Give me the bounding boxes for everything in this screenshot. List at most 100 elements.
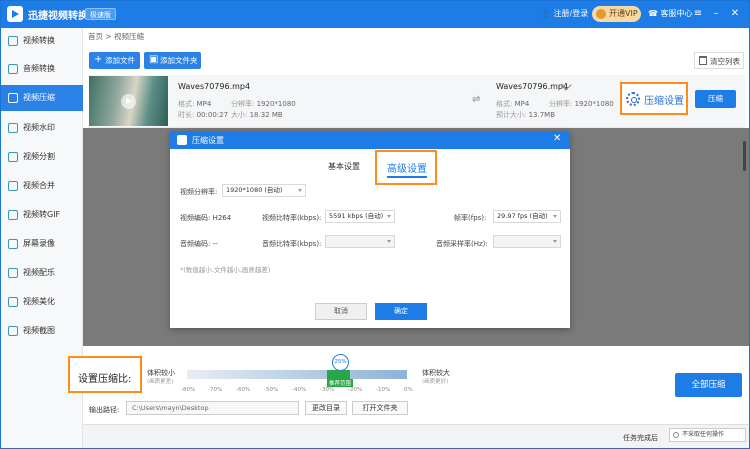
compress-button[interactable]: 压缩 — [695, 90, 736, 108]
sidebar-item-label: 视频美化 — [23, 297, 55, 306]
vip-label: 开通VIP — [609, 9, 638, 18]
slider-tick: -50% — [264, 387, 279, 393]
file-format: MP4 — [196, 100, 212, 108]
breadcrumb: 首页 > 视频压缩 — [88, 32, 145, 41]
larger-size-sublabel: (画质更好) — [422, 379, 449, 385]
clear-list-button[interactable]: 清空列表 — [694, 52, 744, 69]
sidebar-item-screenshot[interactable]: 视频截图 — [1, 318, 83, 344]
cancel-button[interactable]: 取消 — [315, 303, 367, 320]
compress-settings-button[interactable]: 压缩设置 — [620, 82, 688, 115]
sidebar-item-label: 视频转换 — [23, 36, 55, 45]
output-path-input[interactable]: C:\Users\mayn\Desktop — [126, 401, 299, 415]
output-file-name: Waves70796.mp4 — [496, 82, 569, 91]
sidebar-item-label: 视频合并 — [23, 181, 55, 190]
gear-icon — [626, 92, 640, 106]
output-resolution-meta: 分辨率: 1920*1080 — [549, 100, 614, 108]
tab-advanced-settings[interactable]: 高级设置 — [375, 150, 437, 185]
compression-slider-knob[interactable]: 25% — [332, 354, 349, 371]
chevron-down-icon — [387, 215, 391, 218]
output-resolution: 1920*1080 — [574, 100, 614, 108]
video-thumbnail[interactable] — [89, 76, 168, 126]
video-bitrate-select[interactable]: 5591 kbps (自动) — [325, 210, 395, 223]
audio-samplerate-label: 音频采样率(Hz): — [436, 240, 488, 248]
sidebar-item-audio-convert[interactable]: 音频转换 — [1, 56, 83, 82]
file-resolution: 1920*1080 — [256, 100, 296, 108]
compress-settings-dialog: 压缩设置 ✕ 基本设置 高级设置 视频分辨率: 1920*1080 (自动) 视… — [170, 131, 570, 328]
slider-tick: 0% — [404, 387, 413, 393]
slider-tick: -60% — [236, 387, 251, 393]
slider-tick: -40% — [292, 387, 307, 393]
merge-icon — [8, 181, 18, 191]
recommended-range — [327, 370, 350, 379]
service-link[interactable]: ☎ 客服中心 — [648, 8, 693, 19]
sidebar-item-label: 视频配乐 — [23, 268, 55, 277]
estimate-size: 13.7MB — [528, 111, 556, 119]
vip-button[interactable]: 开通VIP — [592, 6, 641, 22]
sidebar-item-video-convert[interactable]: 视频转换 — [1, 28, 83, 54]
play-icon[interactable] — [121, 94, 136, 109]
estimate-size-meta: 预计大小: 13.7MB — [496, 111, 556, 119]
tab-basic-settings[interactable]: 基本设置 — [328, 161, 360, 172]
menu-icon[interactable]: ≡ — [691, 6, 705, 22]
sidebar-item-record[interactable]: 屏幕录像 — [1, 231, 83, 257]
sidebar-item-music[interactable]: 视频配乐 — [1, 260, 83, 286]
plus-icon: + — [94, 54, 103, 65]
title-bar: 迅捷视频转换器 极速版 👤 注册/登录 开通VIP ☎ 客服中心 ≡ – ✕ — [1, 1, 749, 28]
after-task-select[interactable]: 不采取任何操作 — [669, 428, 746, 442]
folder-icon: ▣ — [149, 54, 159, 65]
minimize-icon[interactable]: – — [709, 6, 723, 22]
sidebar-item-watermark[interactable]: 视频水印 — [1, 115, 83, 141]
add-folder-label: 添加文件夹 — [160, 56, 198, 65]
after-task-label: 任务完成后 — [623, 434, 658, 442]
sidebar-item-label: 视频水印 — [23, 123, 55, 132]
sidebar-item-gif[interactable]: 视频转GIF — [1, 202, 83, 228]
framerate-select[interactable]: 29.97 fps (自动) — [493, 210, 561, 223]
ok-button[interactable]: 确定 — [375, 303, 427, 320]
clock-icon — [673, 432, 679, 438]
sidebar-item-label: 音频转换 — [23, 64, 55, 73]
add-file-label: 添加文件 — [105, 56, 135, 65]
file-resolution-meta: 分辨率: 1920*1080 — [231, 100, 296, 108]
resolution-select[interactable]: 1920*1080 (自动) — [222, 184, 306, 197]
audio-samplerate-select[interactable] — [493, 235, 561, 248]
audio-convert-icon — [8, 64, 18, 74]
screenshot-icon — [8, 326, 18, 336]
dialog-header: 压缩设置 ✕ — [170, 131, 570, 149]
file-size-meta: 大小: 18.32 MB — [231, 111, 283, 119]
output-format-meta: 格式: MP4 — [496, 100, 530, 108]
sidebar-item-label: 视频压缩 — [23, 93, 55, 102]
slider-tick: -80% — [181, 387, 196, 393]
video-convert-icon — [8, 36, 18, 46]
add-folder-button[interactable]: ▣ 添加文件夹 — [144, 52, 201, 69]
sidebar-item-video-compress[interactable]: 视频压缩 — [1, 85, 83, 111]
dialog-close-icon[interactable]: ✕ — [553, 133, 561, 144]
sidebar-item-split[interactable]: 视频分割 — [1, 144, 83, 170]
audio-bitrate-select[interactable] — [325, 235, 395, 248]
compress-all-button[interactable]: 全部压缩 — [675, 373, 742, 397]
gif-icon — [8, 210, 18, 220]
video-codec-label: 视频编码: H264 — [180, 214, 232, 222]
compression-slider-track[interactable] — [187, 370, 407, 379]
trash-icon — [699, 56, 707, 65]
sidebar-item-label: 视频转GIF — [23, 210, 61, 219]
open-folder-button[interactable]: 打开文件夹 — [352, 401, 408, 415]
audio-bitrate-label: 音频比特率(kbps): — [262, 240, 322, 248]
watermark-icon — [8, 123, 18, 133]
close-icon[interactable]: ✕ — [728, 6, 742, 22]
chevron-down-icon — [553, 240, 557, 243]
slider-tick: -30% — [320, 387, 335, 393]
add-file-button[interactable]: + 添加文件 — [89, 52, 140, 69]
file-format-meta: 格式: MP4 — [178, 100, 212, 108]
resolution-label: 视频分辨率: — [180, 188, 218, 196]
output-path-label: 输出路径: — [89, 406, 120, 414]
login-link[interactable]: 👤 注册/登录 — [541, 8, 588, 19]
app-logo-icon — [7, 6, 23, 22]
change-directory-button[interactable]: 更改目录 — [305, 401, 347, 415]
sidebar-item-merge[interactable]: 视频合并 — [1, 173, 83, 199]
compression-ratio-label-box: 设置压缩比: — [68, 356, 142, 393]
sidebar-item-beautify[interactable]: 视频美化 — [1, 289, 83, 315]
sidebar-item-label: 视频截图 — [23, 326, 55, 335]
scrollbar[interactable] — [743, 141, 746, 171]
edition-badge: 极速版 — [85, 8, 116, 20]
framerate-label: 帧率(fps): — [454, 214, 487, 222]
